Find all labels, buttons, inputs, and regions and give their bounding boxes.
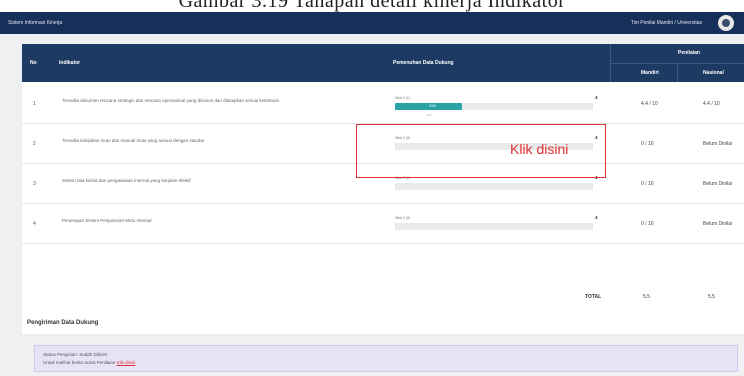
total-nasional: 5.5 — [708, 294, 715, 300]
progress-bar[interactable] — [395, 223, 593, 230]
row-mandiri: 0 / 10 — [641, 221, 654, 227]
table-header: No Indikator Pemenuhan Data Dukung Penil… — [22, 44, 744, 82]
header-indikator: Indikator — [59, 60, 81, 66]
header-mandiri: Mandiri — [641, 70, 659, 76]
header-nasional: Nasional — [703, 70, 724, 76]
indicator-card: No Indikator Pemenuhan Data Dukung Penil… — [22, 44, 744, 334]
user-name[interactable]: Tim Penilai Mandiri / Universitas — [631, 20, 702, 26]
row-no: 1 — [33, 101, 36, 107]
row-pemenuhan-count: 4 — [595, 95, 598, 100]
table-row: 1 Tersedia dokumen rencana strategis dan … — [22, 84, 744, 124]
annotation-box — [356, 124, 606, 178]
row-indikator[interactable]: Tersedia kebijakan mutu dan manual mutu … — [62, 138, 352, 144]
row-pemenuhan-label: Nilai 0 (0) — [395, 216, 410, 220]
progress-subtext: 1/3 — [427, 113, 432, 117]
row-no: 2 — [33, 141, 36, 147]
row-nasional: Belum Dinilai — [703, 221, 733, 227]
row-pemenuhan-label: Nilai 4 (1) — [395, 96, 410, 100]
status-text: Status Pengisian: Sudah Dikirim — [43, 352, 108, 357]
info-box: Status Pengisian: Sudah Dikirim Untuk me… — [34, 345, 738, 372]
info-text: Untuk melihat berita acara Penilaian Kli… — [43, 360, 135, 365]
avatar[interactable] — [718, 15, 734, 31]
row-indikator[interactable]: Penerapan Sistem Penjaminan Mutu Interna… — [62, 218, 352, 224]
total-mandiri: 5.5 — [643, 294, 650, 300]
row-indikator[interactable]: Tersedia dokumen rencana strategis dan r… — [62, 98, 352, 104]
header-pemenuhan: Pemenuhan Data Dukung — [393, 60, 454, 66]
info-link[interactable]: Klik disini — [117, 360, 136, 365]
row-pemenuhan-count: 4 — [595, 215, 598, 220]
row-no: 3 — [33, 181, 36, 187]
row-mandiri: 0 / 10 — [641, 141, 654, 147]
row-mandiri: 4.4 / 10 — [641, 101, 658, 107]
app-name[interactable]: Sistem Informasi Kinerja — [8, 20, 62, 26]
row-no: 4 — [33, 221, 36, 227]
row-nasional: Belum Dinilai — [703, 141, 733, 147]
total-row: TOTAL 5.5 5.5 — [22, 282, 744, 312]
total-label: TOTAL — [585, 294, 602, 300]
header-penilaian: Penilaian — [678, 50, 700, 56]
progress-bar[interactable] — [395, 183, 593, 190]
table-row: 4 Penerapan Sistem Penjaminan Mutu Intern… — [22, 204, 744, 244]
progress-text: 34% — [429, 104, 437, 108]
row-indikator[interactable]: Sistem tata kelola dan pengawasan intern… — [62, 178, 352, 184]
row-nasional: Belum Dinilai — [703, 181, 733, 187]
section-title: Pengiriman Data Dukung — [27, 320, 99, 326]
row-nasional: 4.4 / 10 — [703, 101, 720, 107]
top-navbar: Sistem Informasi Kinerja Tim Penilai Man… — [0, 12, 744, 34]
header-no: No — [30, 60, 37, 66]
row-mandiri: 0 / 10 — [641, 181, 654, 187]
annotation-text: Klik disini — [510, 141, 569, 157]
info-line: Untuk melihat berita acara Penilaian — [43, 360, 116, 365]
progress-bar[interactable]: 34% — [395, 103, 593, 110]
